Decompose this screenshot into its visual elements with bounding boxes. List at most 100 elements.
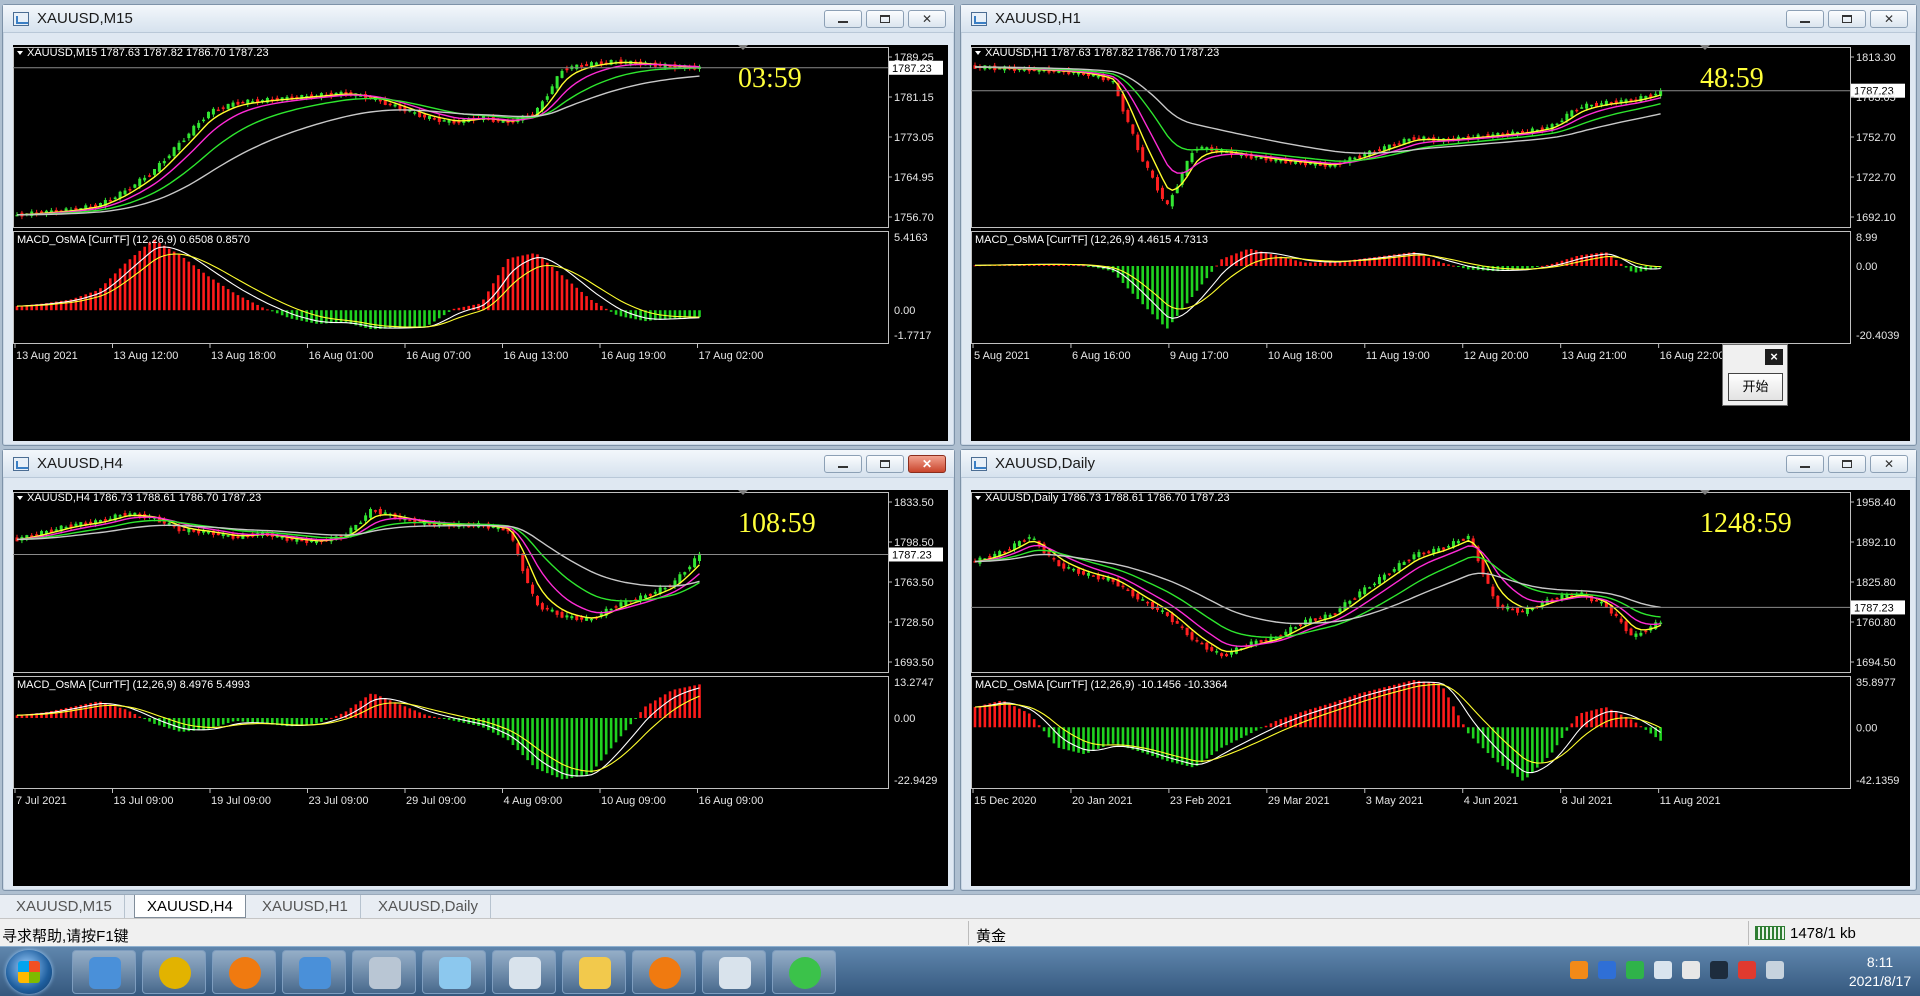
window-titlebar[interactable]: XAUUSD,Daily ✕ (961, 450, 1916, 478)
wechat-tray-icon[interactable] (1626, 961, 1644, 979)
macd-bar (1471, 727, 1475, 739)
macd-bar (442, 310, 446, 316)
macd-bar (1205, 727, 1209, 759)
macd-tick-label: -20.4039 (1856, 330, 1899, 342)
macd-bar (560, 718, 564, 780)
window-titlebar[interactable]: XAUUSD,H4 ✕ (3, 450, 954, 478)
chart-tab[interactable]: XAUUSD,H1 (250, 895, 361, 918)
maximize-icon (880, 460, 890, 468)
chart-window-m15[interactable]: XAUUSD,M15 ✕ 1787.23 1789.25 1781.15 1773.05 1… (2, 4, 955, 446)
y-tick-label: 1789.25 (894, 52, 934, 64)
macd-bar (1087, 266, 1090, 267)
network-signal-icon[interactable] (1766, 961, 1784, 979)
candle-body (1254, 640, 1258, 645)
dropdown-triangle-icon[interactable] (17, 496, 23, 500)
taskbar-button[interactable] (352, 950, 416, 994)
tray-app-icon[interactable] (1570, 961, 1588, 979)
close-button[interactable]: ✕ (1870, 10, 1908, 28)
candle-body (236, 536, 240, 539)
chart-window-h4[interactable]: XAUUSD,H4 ✕ 1787.23 1833.50 1798.50 1763.50 17… (2, 449, 955, 891)
candle-body (1619, 618, 1623, 623)
candle-body (1368, 587, 1372, 589)
macd-bar (1560, 727, 1564, 738)
candle-body (589, 62, 593, 67)
taskbar-button[interactable] (422, 950, 486, 994)
chart-tab[interactable]: XAUUSD,Daily (366, 895, 492, 918)
taskbar-button[interactable] (142, 950, 206, 994)
popup-close-icon[interactable]: × (1765, 349, 1783, 365)
chart-header: XAUUSD,H1 1787.63 1787.82 1786.70 1787.2… (985, 47, 1219, 59)
taskbar-button[interactable] (632, 950, 696, 994)
macd-bar (1452, 265, 1455, 267)
maximize-button[interactable] (866, 455, 904, 473)
chart-window-daily[interactable]: XAUUSD,Daily ✕ 1787.23 1958.40 1892.10 1825.8… (960, 449, 1917, 891)
minimize-button[interactable] (1786, 10, 1824, 28)
chart-canvas[interactable]: 1787.23 1958.40 1892.10 1825.80 1760.80 1694.… (971, 490, 1910, 886)
window-titlebar[interactable]: XAUUSD,H1 ✕ (961, 5, 1916, 33)
close-button[interactable]: ✕ (1870, 455, 1908, 473)
dropdown-triangle-icon[interactable] (975, 496, 981, 500)
window-titlebar[interactable]: XAUUSD,M15 ✕ (3, 5, 954, 33)
minimize-button[interactable] (824, 10, 862, 28)
candle-body (1525, 608, 1529, 614)
macd-bar (271, 310, 274, 312)
chart-tool-icon (509, 957, 541, 989)
candle-body (1210, 647, 1214, 651)
macd-bar (978, 705, 982, 728)
speaker-icon[interactable] (1682, 961, 1700, 979)
macd-bar (182, 718, 186, 732)
macd-bar (1368, 690, 1371, 728)
taskbar-button[interactable] (282, 950, 346, 994)
minimize-button[interactable] (824, 455, 862, 473)
close-button[interactable]: ✕ (908, 455, 946, 473)
minimize-button[interactable] (1786, 455, 1824, 473)
macd-bar (1501, 727, 1505, 766)
macd-bar (1462, 266, 1465, 269)
dropdown-triangle-icon[interactable] (975, 51, 981, 55)
macd-bar (1422, 255, 1426, 266)
candle-body (545, 96, 549, 100)
macd-bar (1373, 689, 1376, 728)
start-button[interactable] (6, 950, 52, 994)
status-traffic-text: 1478/1 kb (1790, 925, 1856, 942)
chart-tab[interactable]: XAUUSD,H4 (134, 895, 246, 918)
red-app-icon[interactable] (1738, 961, 1756, 979)
chart-tab[interactable]: XAUUSD,M15 (4, 895, 125, 918)
candle-body (1466, 535, 1470, 540)
taskbar-button[interactable] (72, 950, 136, 994)
candle-body (535, 595, 539, 606)
candle-body (1328, 614, 1332, 618)
macd-bar (15, 306, 19, 311)
shield-icon[interactable] (1598, 961, 1616, 979)
system-clock[interactable]: 8:11 2021/8/17 (1840, 953, 1920, 991)
y-tick-label: 1764.95 (894, 172, 934, 184)
macd-bar (1032, 719, 1036, 728)
candle-body (1521, 610, 1525, 613)
close-button[interactable]: ✕ (908, 10, 946, 28)
macd-bar (1042, 727, 1046, 732)
taskbar-button[interactable] (562, 950, 626, 994)
macd-bar (678, 688, 682, 718)
taskbar-button[interactable] (212, 950, 276, 994)
maximize-button[interactable] (866, 10, 904, 28)
popup-start-button[interactable]: 开始 (1728, 373, 1783, 401)
dropdown-triangle-icon[interactable] (17, 51, 23, 55)
taskbar-button[interactable] (772, 950, 836, 994)
arrow-tray-icon[interactable] (1654, 961, 1672, 979)
chart-canvas[interactable]: 1787.23 1789.25 1781.15 1773.05 1764.95 1756.… (13, 45, 948, 441)
candle-body (1555, 597, 1559, 600)
maximize-button[interactable] (1828, 455, 1866, 473)
macd-bar (1200, 727, 1204, 763)
candle-body (1313, 618, 1317, 621)
taskbar-button[interactable] (492, 950, 556, 994)
maximize-button[interactable] (1828, 10, 1866, 28)
candle-body (1220, 653, 1224, 657)
candle-body (1353, 598, 1357, 600)
monitor-icon[interactable] (1710, 961, 1728, 979)
macd-bar (1018, 708, 1021, 728)
chart-canvas[interactable]: 1787.23 1833.50 1798.50 1763.50 1728.50 1693.… (13, 490, 948, 886)
candle-body (1318, 617, 1322, 620)
macd-bar (654, 700, 657, 718)
candle-body (1447, 546, 1451, 548)
taskbar-button[interactable] (702, 950, 766, 994)
